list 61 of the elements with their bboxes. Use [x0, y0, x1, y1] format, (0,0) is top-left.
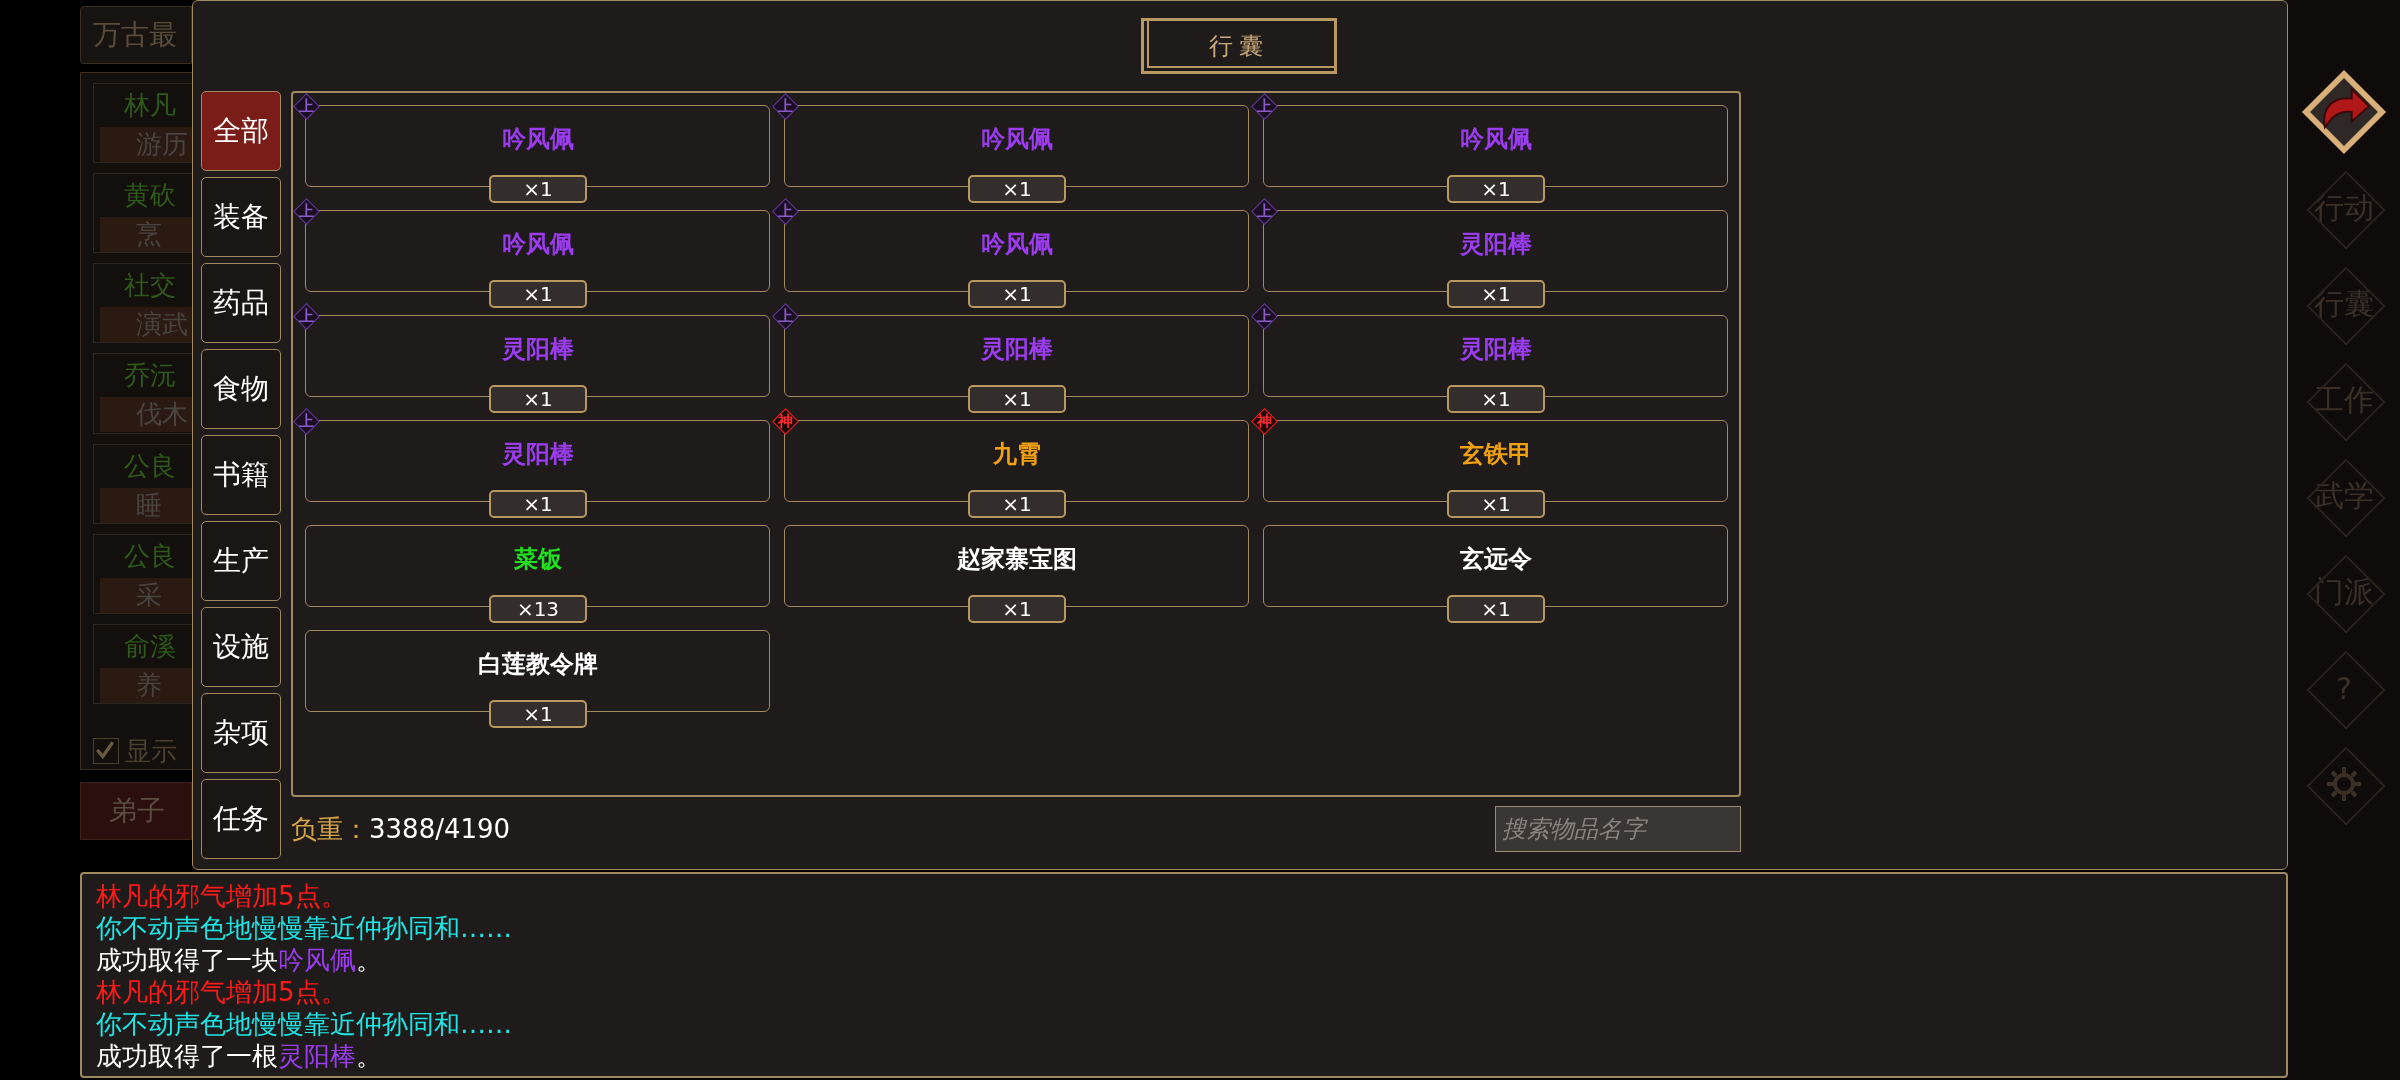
item-count: ×1 — [968, 280, 1066, 308]
item-count: ×1 — [489, 385, 587, 413]
item-name: 灵阳棒 — [501, 439, 574, 469]
item-name: 菜饭 — [513, 544, 562, 574]
item-name: 九霄 — [992, 439, 1041, 469]
item-count: ×1 — [489, 490, 587, 518]
item-name: 吟风佩 — [1459, 124, 1532, 154]
category-tab[interactable]: 书籍 — [201, 435, 281, 515]
item-name: 灵阳棒 — [980, 334, 1053, 364]
item-count: ×1 — [968, 385, 1066, 413]
disciple-name: 社交 — [123, 269, 177, 303]
item-name: 灵阳棒 — [501, 334, 574, 364]
item-count: ×1 — [968, 595, 1066, 623]
item-name: 赵家寨宝图 — [956, 544, 1077, 574]
item-count: ×1 — [1447, 280, 1545, 308]
game-title: 万古最 — [80, 6, 192, 64]
disciple-name: 黄砍 — [123, 179, 177, 213]
log-message: 你不动声色地慢慢靠近仲孙同和…… — [96, 1008, 513, 1040]
weight-label: 负重：3388/4190 — [291, 812, 511, 846]
disciple-name: 林凡 — [123, 89, 177, 122]
category-tab[interactable]: 装备 — [201, 177, 281, 257]
search-field[interactable]: 搜索物品名字 — [1495, 806, 1741, 852]
category-tab[interactable]: 生产 — [201, 521, 281, 601]
log-message: 成功取得了一根灵阳棒。 — [96, 1040, 383, 1072]
item-name: 灵阳棒 — [1459, 229, 1532, 259]
log-message: 你不动声色地慢慢靠近仲孙同和…… — [96, 912, 513, 944]
log-message: 林凡的邪气增加5点。 — [96, 976, 348, 1008]
category-tab[interactable]: 全部 — [201, 91, 281, 171]
item-count: ×1 — [1447, 385, 1545, 413]
disciple-name: 乔沅 — [123, 359, 177, 393]
item-count: ×1 — [489, 280, 587, 308]
item-count: ×1 — [968, 175, 1066, 203]
item-count: ×1 — [489, 700, 587, 728]
disciples-button[interactable]: 弟子 — [80, 782, 192, 840]
item-name: 吟风佩 — [980, 229, 1053, 259]
item-count: ×1 — [1447, 490, 1545, 518]
category-tab[interactable]: 设施 — [201, 607, 281, 687]
item-name: 吟风佩 — [980, 124, 1053, 154]
item-name: 玄铁甲 — [1459, 439, 1532, 469]
log-message: 林凡的邪气增加5点。 — [96, 880, 348, 912]
disciple-name: 公良 — [123, 539, 177, 573]
category-tab[interactable]: 任务 — [201, 779, 281, 859]
item-name: 吟风佩 — [501, 124, 574, 154]
item-count: ×1 — [1447, 175, 1545, 203]
item-name: 吟风佩 — [501, 229, 574, 259]
checkbox[interactable] — [93, 738, 119, 765]
category-tab[interactable]: 药品 — [201, 263, 281, 343]
log-message: 成功取得了一块吟风佩。 — [96, 944, 383, 976]
category-tab[interactable]: 食物 — [201, 349, 281, 429]
item-count: ×13 — [489, 595, 587, 623]
item-name: 白莲教令牌 — [477, 649, 598, 679]
item-count: ×1 — [489, 175, 587, 203]
disciple-name: 公良 — [123, 449, 177, 483]
item-name: 玄远令 — [1459, 544, 1532, 574]
item-count: ×1 — [1447, 595, 1545, 623]
disciple-name: 俞溪 — [123, 629, 177, 663]
item-name: 灵阳棒 — [1459, 334, 1532, 364]
gear-icon — [2324, 764, 2364, 804]
item-count: ×1 — [968, 490, 1066, 518]
category-tab[interactable]: 杂项 — [201, 693, 281, 773]
window-title: 行囊 — [1141, 18, 1337, 74]
